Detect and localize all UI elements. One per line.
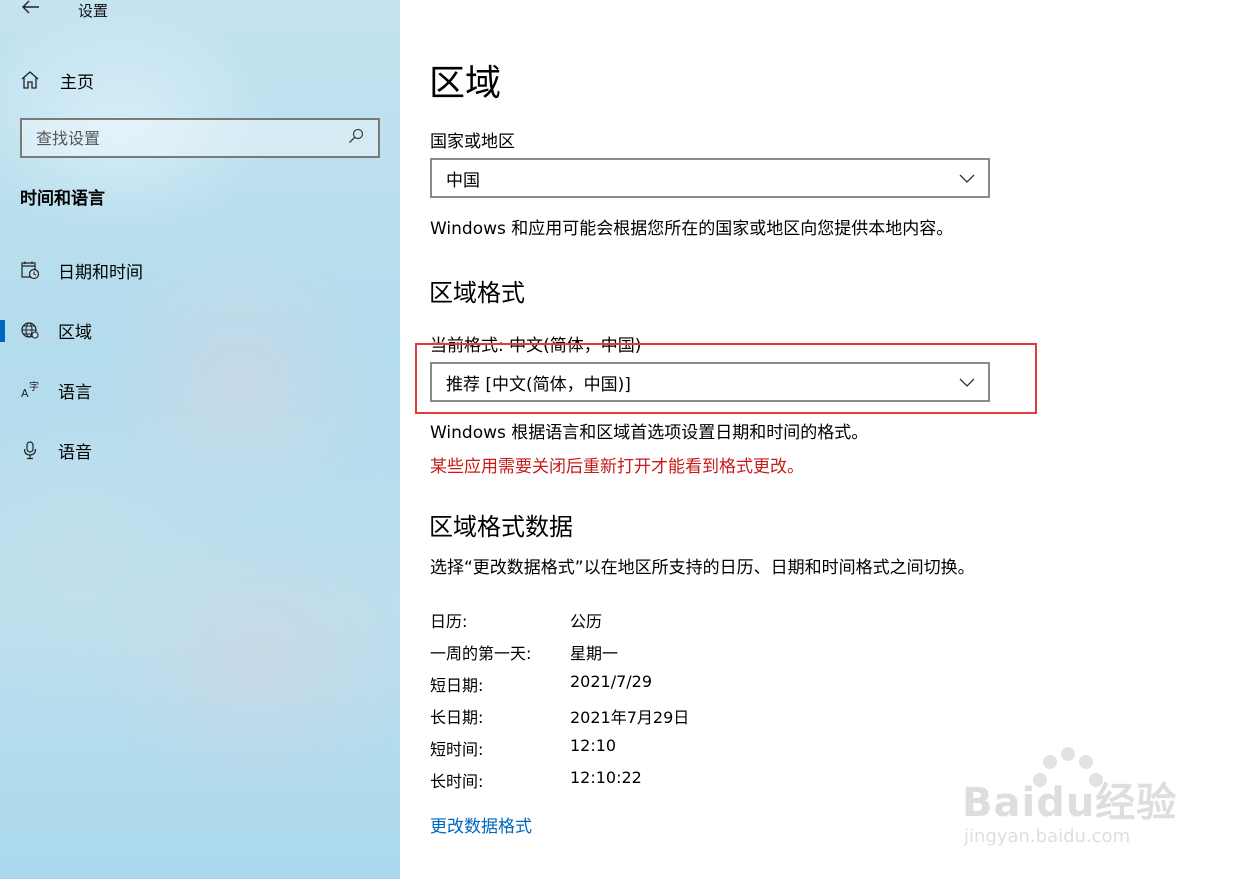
format-description: Windows 根据语言和区域首选项设置日期和时间的格式。 bbox=[430, 423, 869, 443]
back-arrow-icon bbox=[22, 0, 39, 14]
selection-indicator bbox=[0, 320, 5, 342]
format-data-value: 2021年7月29日 bbox=[570, 708, 690, 727]
change-data-format-link[interactable]: 更改数据格式 bbox=[430, 812, 532, 837]
format-data-key: 日历: bbox=[430, 612, 468, 631]
watermark-url: jingyan.baidu.com bbox=[964, 826, 1131, 847]
nav-home[interactable]: 主页 bbox=[20, 66, 380, 94]
app-title: 设置 bbox=[78, 2, 109, 20]
format-data-key: 长时间: bbox=[430, 772, 484, 791]
format-data-value: 12:10:22 bbox=[570, 768, 642, 787]
format-data-value: 12:10 bbox=[570, 736, 617, 755]
sidebar-item-region[interactable]: 区域 bbox=[0, 310, 400, 350]
country-label: 国家或地区 bbox=[430, 132, 515, 152]
format-data-value: 星期一 bbox=[570, 644, 619, 663]
watermark-brand: Baidu经验 bbox=[962, 780, 1178, 826]
watermark: Baidu经验 jingyan.baidu.com bbox=[958, 740, 1198, 860]
format-warning: 某些应用需要关闭后重新打开才能看到格式更改。 bbox=[430, 457, 804, 477]
search-input[interactable] bbox=[36, 128, 348, 148]
svg-text:A: A bbox=[21, 387, 29, 400]
sidebar-item-label: 语言 bbox=[58, 382, 92, 403]
format-heading: 区域格式 bbox=[429, 279, 525, 307]
language-icon: A 字 bbox=[20, 380, 40, 400]
format-data-heading: 区域格式数据 bbox=[429, 513, 573, 541]
format-data-key: 短日期: bbox=[430, 676, 484, 695]
sidebar-item-date-time[interactable]: 日期和时间 bbox=[0, 250, 400, 290]
sidebar: 设置 主页 时间和语言 日期和时间 bbox=[0, 0, 400, 879]
format-data-value: 2021/7/29 bbox=[570, 672, 653, 691]
nav-home-label: 主页 bbox=[60, 72, 94, 93]
sidebar-section-title: 时间和语言 bbox=[20, 189, 105, 209]
country-dropdown[interactable]: 中国 bbox=[430, 158, 990, 198]
home-icon bbox=[20, 70, 40, 90]
sidebar-item-label: 区域 bbox=[58, 322, 92, 343]
sidebar-item-label: 语音 bbox=[58, 442, 92, 463]
calendar-clock-icon bbox=[20, 260, 40, 280]
chevron-down-icon bbox=[959, 174, 975, 183]
search-box[interactable] bbox=[20, 118, 380, 158]
back-button[interactable] bbox=[18, 0, 44, 20]
format-data-description: 选择“更改数据格式”以在地区所支持的日历、日期和时间格式之间切换。 bbox=[430, 558, 975, 578]
globe-region-icon bbox=[20, 320, 40, 340]
title-bar: 设置 bbox=[0, 0, 400, 22]
svg-text:字: 字 bbox=[29, 380, 39, 393]
sidebar-item-language[interactable]: A 字 语言 bbox=[0, 370, 400, 410]
highlight-box bbox=[415, 343, 1037, 414]
search-icon[interactable] bbox=[348, 128, 364, 148]
sidebar-item-speech[interactable]: 语音 bbox=[0, 430, 400, 470]
country-dropdown-value: 中国 bbox=[446, 170, 480, 191]
format-data-key: 一周的第一天: bbox=[430, 644, 532, 663]
format-data-value: 公历 bbox=[570, 612, 603, 631]
page-title: 区域 bbox=[429, 63, 502, 104]
microphone-icon bbox=[20, 440, 40, 460]
format-data-key: 短时间: bbox=[430, 740, 484, 759]
format-data-key: 长日期: bbox=[430, 708, 484, 727]
sidebar-item-label: 日期和时间 bbox=[58, 262, 143, 283]
country-description: Windows 和应用可能会根据您所在的国家或地区向您提供本地内容。 bbox=[430, 219, 954, 239]
